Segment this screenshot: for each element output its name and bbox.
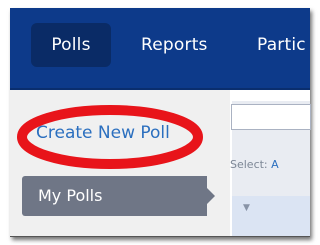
- nav-tab-participants[interactable]: Partic: [257, 23, 306, 67]
- top-navigation-bar: Polls Reports Partic: [10, 8, 310, 90]
- create-new-poll-link[interactable]: Create New Poll: [36, 123, 170, 143]
- active-item-pointer: [207, 188, 215, 204]
- chevron-down-icon[interactable]: ▼: [243, 203, 250, 213]
- search-input[interactable]: [231, 104, 311, 130]
- select-label: Select:: [230, 158, 268, 171]
- list-header: [232, 196, 310, 236]
- nav-tab-polls[interactable]: Polls: [31, 23, 111, 67]
- select-option[interactable]: A: [271, 158, 279, 171]
- select-filter: Select: A: [230, 158, 279, 171]
- sidebar-item-my-polls[interactable]: My Polls: [22, 176, 207, 216]
- nav-tab-reports[interactable]: Reports: [141, 23, 208, 67]
